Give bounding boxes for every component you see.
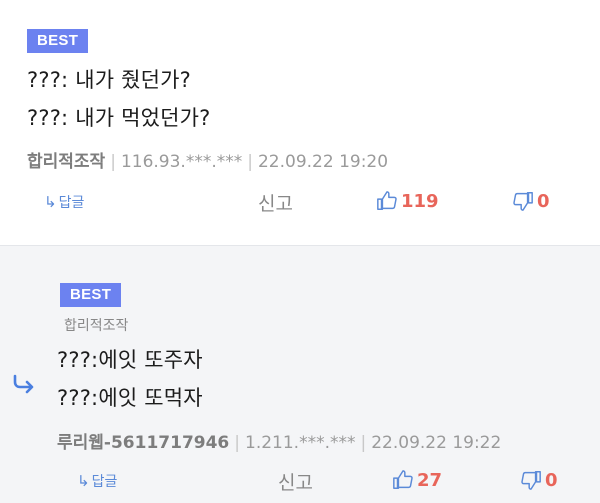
reply-indicator-arrow-icon — [13, 374, 34, 394]
dislike-count: 0 — [537, 190, 550, 212]
separator: | — [360, 433, 367, 453]
comment-meta: 루리웹-5611717946 | 1.211.***.*** | 22.09.22 19… — [57, 428, 501, 453]
reply-arrow-icon: ↳ — [44, 193, 57, 211]
dislike-count: 0 — [545, 469, 558, 491]
ip-address: 1.211.***.*** — [245, 433, 356, 453]
comment-best-reply: BEST 합리적조작 ???:에잇 또주자 ???:에잇 또먹자 루리웹-561… — [0, 245, 600, 503]
reply-label: 답글 — [58, 195, 85, 211]
like-button[interactable]: 119 — [376, 190, 439, 212]
timestamp: 22.09.22 19:22 — [371, 433, 502, 453]
comment-line-1: ???: 내가 줬던가? — [27, 68, 192, 92]
separator: | — [110, 152, 116, 172]
separator: | — [234, 433, 240, 453]
thumbs-down-icon — [521, 471, 541, 490]
reply-button[interactable]: ↳ 답글 — [44, 192, 84, 212]
dislike-button[interactable]: 0 — [512, 190, 550, 212]
thumbs-up-icon — [377, 191, 397, 210]
comment-best-1: BEST ???: 내가 줬던가? ???: 내가 먹었던가? 합리적조작 | 11… — [0, 0, 600, 245]
author-name[interactable]: 합리적조작 — [27, 152, 105, 172]
reply-label: 답글 — [91, 474, 118, 490]
reply-to-author: 합리적조작 — [64, 318, 129, 334]
comment-line-1: ???:에잇 또주자 — [57, 348, 203, 372]
reply-arrow-icon: ↳ — [77, 472, 90, 490]
comment-actions: ↳ 답글 신고 27 0 — [0, 467, 600, 497]
separator: | — [247, 152, 253, 172]
report-button[interactable]: 신고 — [278, 468, 313, 495]
best-badge: BEST — [60, 283, 122, 307]
comment-actions: ↳ 답글 신고 119 0 — [0, 188, 600, 218]
report-button[interactable]: 신고 — [258, 189, 293, 216]
like-button[interactable]: 27 — [392, 469, 442, 491]
ip-address: 116.93.***.*** — [120, 152, 243, 172]
like-count: 27 — [417, 469, 443, 491]
author-name[interactable]: 루리웹-5611717946 — [57, 433, 229, 453]
comment-line-2: ???: 내가 먹었던가? — [27, 106, 211, 130]
comment-meta: 합리적조작 | 116.93.***.*** | 22.09.22 19:20 — [27, 147, 388, 172]
timestamp: 22.09.22 19:20 — [257, 152, 389, 172]
thumbs-up-icon — [393, 470, 413, 489]
dislike-button[interactable]: 0 — [520, 469, 558, 491]
comment-line-2: ???:에잇 또먹자 — [57, 386, 203, 410]
best-badge: BEST — [27, 29, 89, 53]
reply-button[interactable]: ↳ 답글 — [77, 471, 117, 491]
like-count: 119 — [401, 190, 439, 212]
thumbs-down-icon — [513, 192, 533, 211]
